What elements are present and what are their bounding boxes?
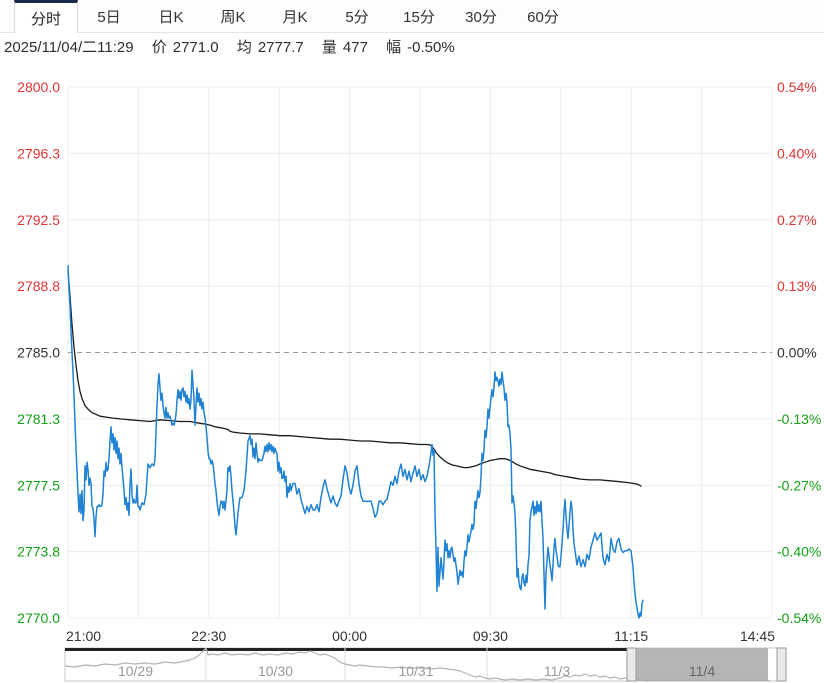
- average-price-line: [67, 270, 642, 487]
- tab-5[interactable]: 5分: [326, 0, 388, 32]
- x-axis-time-label: 00:00: [332, 628, 367, 644]
- y-axis-left-label: 2792.5: [17, 212, 60, 228]
- y-axis-left-label: 2777.5: [17, 477, 60, 493]
- quote-datetime: 2025/11/04/二11:29: [4, 39, 134, 56]
- y-axis-right-label: -0.27%: [777, 477, 821, 493]
- avg-value: 2777.7: [257, 39, 304, 56]
- navigator-right-handle[interactable]: [776, 647, 787, 682]
- volume-label: 量: [321, 39, 337, 56]
- y-axis-right-label: 0.40%: [777, 145, 817, 161]
- y-axis-left-label: 2773.8: [17, 544, 60, 560]
- volume-value: 477: [342, 39, 368, 56]
- tab-0-active[interactable]: 分时: [14, 0, 78, 33]
- navigator-date-label: 10/31: [398, 663, 433, 679]
- tab-8[interactable]: 60分: [512, 0, 574, 32]
- y-axis-left-label: 2800.0: [17, 79, 60, 95]
- y-axis-left-label: 2796.3: [17, 145, 60, 161]
- tab-6[interactable]: 15分: [388, 0, 450, 32]
- main-chart-canvas: 2800.0 0.54% 2796.3 0.40% 2792.5 0.27% 2788.8 0…: [17, 79, 821, 682]
- tab-1[interactable]: 5日: [78, 0, 140, 32]
- y-axis-left-label: 2781.3: [17, 411, 60, 427]
- x-axis-time-label: 09:30: [473, 628, 508, 644]
- navigator-left-handle[interactable]: [626, 647, 637, 682]
- y-axis-right-label: -0.13%: [777, 411, 821, 427]
- avg-label: 均: [236, 39, 252, 56]
- y-axis-left-label: 2770.0: [17, 610, 60, 626]
- quote-info-bar: 2025/11/04/二11:29 价 2771.0 均 2777.7 量 477 幅…: [0, 36, 824, 58]
- change-value: -0.50%: [407, 39, 455, 56]
- x-axis-time-label: 21:00: [66, 628, 101, 644]
- navigator-date-label: 10/29: [118, 663, 153, 679]
- y-axis-right-label: -0.40%: [777, 544, 821, 560]
- y-axis-right-label: -0.54%: [777, 610, 821, 626]
- trading-chart-page: { "tabs": { "active_index": 0, "items": …: [0, 0, 824, 683]
- y-axis-right-label: 0.00%: [777, 345, 817, 361]
- price-value: 2771.0: [172, 39, 219, 56]
- y-axis-right-label: 0.54%: [777, 79, 817, 95]
- navigator-loaded-bar: [65, 648, 627, 651]
- x-axis-time-label: 11:15: [614, 628, 648, 644]
- price-label: 价: [151, 39, 167, 56]
- x-axis-time-label: 14:45: [740, 628, 775, 644]
- tab-4[interactable]: 月K: [264, 0, 326, 32]
- y-axis-left-label: 2785.0: [17, 345, 60, 361]
- navigator-date-label: 10/30: [258, 663, 293, 679]
- price-line: [67, 265, 644, 619]
- y-axis-left-label: 2788.8: [17, 278, 60, 294]
- change-label: 幅: [386, 39, 402, 56]
- navigator-date-label-selected: 11/4: [689, 663, 715, 679]
- y-axis-right-label: 0.27%: [777, 212, 817, 228]
- tab-3[interactable]: 周K: [202, 0, 264, 32]
- x-axis-time-label: 22:30: [191, 628, 226, 644]
- kline-tab-bar: 分时 5日 日K 周K 月K 5分 15分 30分 60分: [0, 0, 824, 33]
- navigator-date-label: 11/3: [544, 663, 570, 679]
- tab-7[interactable]: 30分: [450, 0, 512, 32]
- tab-2[interactable]: 日K: [140, 0, 202, 32]
- y-axis-right-label: 0.13%: [777, 278, 817, 294]
